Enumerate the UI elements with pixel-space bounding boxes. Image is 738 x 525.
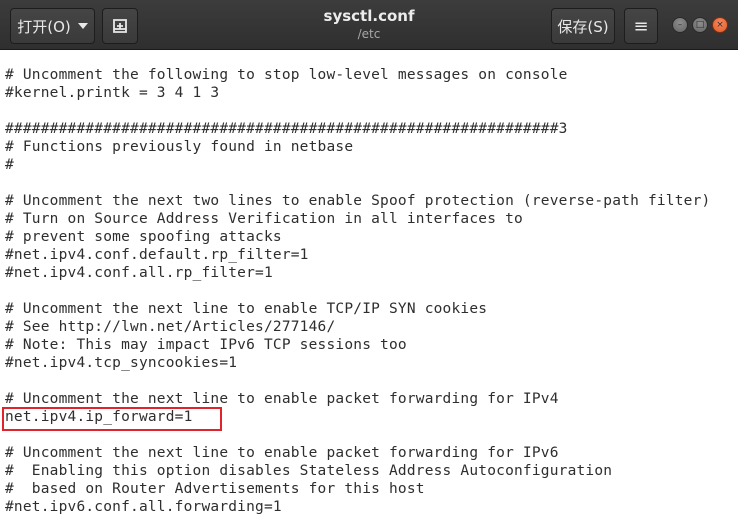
save-button-label: 保存(S) [557, 17, 609, 36]
editor-line: # Uncomment the next line to enable pack… [5, 391, 559, 407]
text-editor[interactable]: # Uncomment the following to stop low-le… [0, 51, 738, 525]
editor-line: #net.ipv6.conf.all.forwarding=1 [5, 499, 282, 515]
new-document-icon [113, 19, 127, 33]
editor-line: #net.ipv4.conf.all.rp_filter=1 [5, 265, 273, 281]
editor-line: # based on Router Advertisements for thi… [5, 481, 425, 497]
editor-line: # Note: This may impact IPv6 TCP session… [5, 337, 407, 353]
editor-line: # [5, 157, 14, 173]
editor-line: #kernel.printk = 3 4 1 3 [5, 85, 220, 101]
maximize-icon: □ [695, 20, 705, 30]
open-button-label: 打开(O) [17, 17, 71, 36]
editor-line: #net.ipv4.tcp_syncookies=1 [5, 355, 238, 371]
menu-button[interactable]: ≡ [624, 8, 658, 44]
editor-line: # Functions previously found in netbase [5, 139, 354, 155]
minimize-button[interactable]: – [672, 17, 688, 33]
editor-line: ########################################… [5, 121, 568, 137]
editor-line: # Turn on Source Address Verification in… [5, 211, 523, 227]
chevron-down-icon [77, 23, 88, 29]
close-button[interactable]: × [712, 17, 728, 33]
document-path: /etc [357, 27, 381, 41]
minimize-icon: – [677, 20, 683, 30]
editor-line: # Uncomment the following to stop low-le… [5, 67, 568, 83]
maximize-button[interactable]: □ [692, 17, 708, 33]
close-icon: × [716, 20, 724, 30]
title-area: sysctl.conf /etc [260, 6, 478, 42]
editor-line: # See http://lwn.net/Articles/277146/ [5, 319, 336, 335]
new-document-button[interactable] [102, 8, 138, 44]
document-title: sysctl.conf [323, 7, 415, 25]
hamburger-menu-icon: ≡ [633, 15, 649, 37]
editor-line: # Uncomment the next two lines to enable… [5, 193, 711, 209]
header-bar: 打开(O) sysctl.conf /etc 保存(S) ≡ – □ × [0, 0, 738, 50]
highlight-box [2, 407, 222, 431]
save-button[interactable]: 保存(S) [551, 8, 615, 44]
editor-line: # Uncomment the next line to enable pack… [5, 445, 559, 461]
editor-line: # prevent some spoofing attacks [5, 229, 282, 245]
editor-line: # Uncomment the next line to enable TCP/… [5, 301, 488, 317]
editor-line: #net.ipv4.conf.default.rp_filter=1 [5, 247, 309, 263]
open-button[interactable]: 打开(O) [10, 8, 95, 44]
editor-line: # Enabling this option disables Stateles… [5, 463, 613, 479]
